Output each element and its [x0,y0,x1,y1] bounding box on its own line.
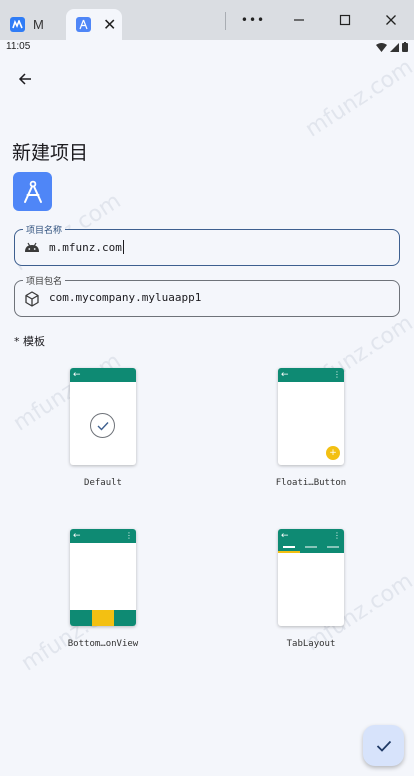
template-floating-action-button[interactable]: ← ⋮ + Floati…Button [231,368,391,508]
android-studio-icon [76,17,91,32]
watermark: mfunz.com [301,54,414,143]
plus-icon: + [326,446,340,460]
preview-bottom-nav [70,610,136,626]
arrow-back-icon: ← [281,370,289,380]
divider [225,12,226,30]
android-icon [25,242,39,252]
template-default[interactable]: ← Default [23,368,183,508]
template-preview: ← ⋮ + [278,368,344,465]
maximize-button[interactable] [330,6,360,34]
template-tablayout[interactable]: ← ⋮ TabLayout [231,529,391,669]
check-icon [97,421,109,431]
status-time: 11:05 [6,41,31,52]
check-icon [376,740,391,752]
more-vert-icon: ⋮ [333,531,341,540]
template-preview: ← ⋮ [70,529,136,626]
maximize-icon [339,14,351,26]
project-name-input[interactable]: m.mfunz.com [49,241,122,254]
package-name-input[interactable]: com.mycompany.myluaapp1 [49,291,201,304]
templates-label: * 模板 [14,335,45,348]
tab-label: M [33,17,44,32]
close-window-button[interactable] [376,6,406,34]
project-name-label: 项目名称 [23,223,66,236]
project-name-field[interactable]: 项目名称 m.mfunz.com [14,223,400,266]
package-icon [25,291,39,307]
preview-toolbar: ← ⋮ [70,529,136,543]
project-icon[interactable] [13,172,52,211]
arrow-back-icon: ← [73,531,81,541]
battery-icon [402,42,408,52]
minimize-button[interactable] [284,6,314,34]
android-studio-icon [23,180,42,203]
template-name: Bottom…onView [67,639,139,649]
preview-toolbar: ← ⋮ [278,529,344,543]
template-preview: ← [70,368,136,465]
template-bottom-navigation-view[interactable]: ← ⋮ Bottom…onView [23,529,183,669]
preview-tab-bar [278,543,344,553]
close-icon [386,15,396,25]
more-icon: ••• [240,13,266,27]
wifi-icon [376,42,387,52]
preview-toolbar: ← ⋮ [278,368,344,382]
template-name: TabLayout [286,639,336,649]
template-name: Floati…Button [275,478,347,488]
tab-indicator [283,546,295,548]
more-menu-button[interactable]: ••• [238,6,268,34]
arrow-back-icon: ← [73,370,81,380]
signal-icon [390,42,399,52]
status-bar: 11:05 [0,40,414,56]
page-title: 新建项目 [12,142,89,164]
more-vert-icon: ⋮ [125,531,133,540]
text-cursor [122,240,124,254]
app-icon [10,17,25,32]
create-project-button[interactable] [363,725,404,766]
package-name-field[interactable]: 项目包名 com.mycompany.myluaapp1 [14,274,400,317]
arrow-back-icon [18,73,31,85]
tab-indicator [327,546,339,548]
minimize-icon [294,19,304,21]
tab-indicator [305,546,317,548]
template-preview: ← ⋮ [278,529,344,626]
arrow-back-icon: ← [281,531,289,541]
browser-chrome: M ✕ ••• [0,0,414,40]
tab-app[interactable]: M [10,9,62,40]
package-name-label: 项目包名 [23,274,66,287]
bottom-nav-selected [92,610,114,626]
close-tab-button[interactable]: ✕ [103,15,116,34]
back-button[interactable] [12,66,38,92]
tab-selected-line [278,551,300,553]
template-name: Default [84,478,122,488]
preview-toolbar: ← [70,368,136,382]
selected-check [90,413,115,438]
tab-android-studio[interactable]: ✕ [66,9,122,40]
more-vert-icon: ⋮ [333,370,341,379]
